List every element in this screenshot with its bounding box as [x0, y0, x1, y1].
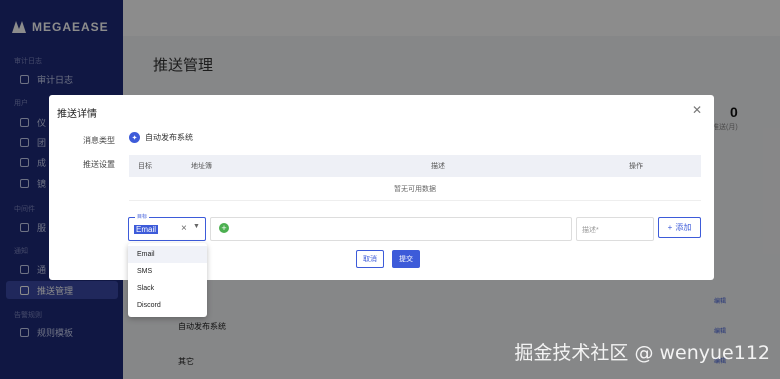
dropdown-option-email[interactable]: Email — [128, 246, 207, 263]
message-type-text: 自动发布系统 — [145, 133, 193, 142]
modal-title: 推送详情 — [57, 109, 97, 120]
column-header: 描述 — [431, 163, 445, 170]
wrench-icon: ✦ — [129, 132, 140, 143]
description-input[interactable]: 描述* — [576, 217, 654, 241]
column-header: 地址簿 — [191, 163, 212, 170]
column-header: 目标 — [138, 163, 152, 170]
dropdown-option-slack[interactable]: Slack — [128, 280, 207, 297]
message-type-value: ✦ 自动发布系统 — [129, 132, 193, 143]
message-type-label: 消息类型 — [83, 136, 115, 145]
column-header: 操作 — [629, 163, 643, 170]
target-dropdown: Email SMS Slack Discord — [128, 243, 207, 317]
target-select[interactable]: 目标 Email × ▼ — [128, 213, 206, 241]
plus-icon: + — [667, 223, 673, 232]
caret-down-icon[interactable]: ▼ — [193, 223, 200, 230]
clear-icon[interactable]: × — [181, 223, 187, 234]
submit-button[interactable]: 提交 — [392, 250, 420, 268]
dropdown-option-discord[interactable]: Discord — [128, 297, 207, 314]
push-settings-label: 推送设置 — [83, 160, 115, 169]
dropdown-option-sms[interactable]: SMS — [128, 263, 207, 280]
add-address-icon[interactable]: + — [219, 223, 229, 233]
close-icon[interactable]: ✕ — [692, 103, 702, 117]
empty-state: 暂无可用数据 — [129, 177, 701, 201]
add-button[interactable]: + 添加 — [658, 217, 701, 238]
select-label: 目标 — [135, 213, 150, 220]
address-book-field[interactable] — [210, 217, 572, 241]
add-button-label: 添加 — [675, 223, 692, 232]
table-header: 目标 地址簿 描述 操作 — [129, 155, 701, 177]
cancel-button[interactable]: 取消 — [356, 250, 384, 268]
watermark: 掘金技术社区 @ wenyue112 — [514, 342, 770, 364]
push-settings-table: 目标 地址簿 描述 操作 暂无可用数据 — [129, 155, 701, 201]
select-value: Email — [134, 225, 159, 234]
